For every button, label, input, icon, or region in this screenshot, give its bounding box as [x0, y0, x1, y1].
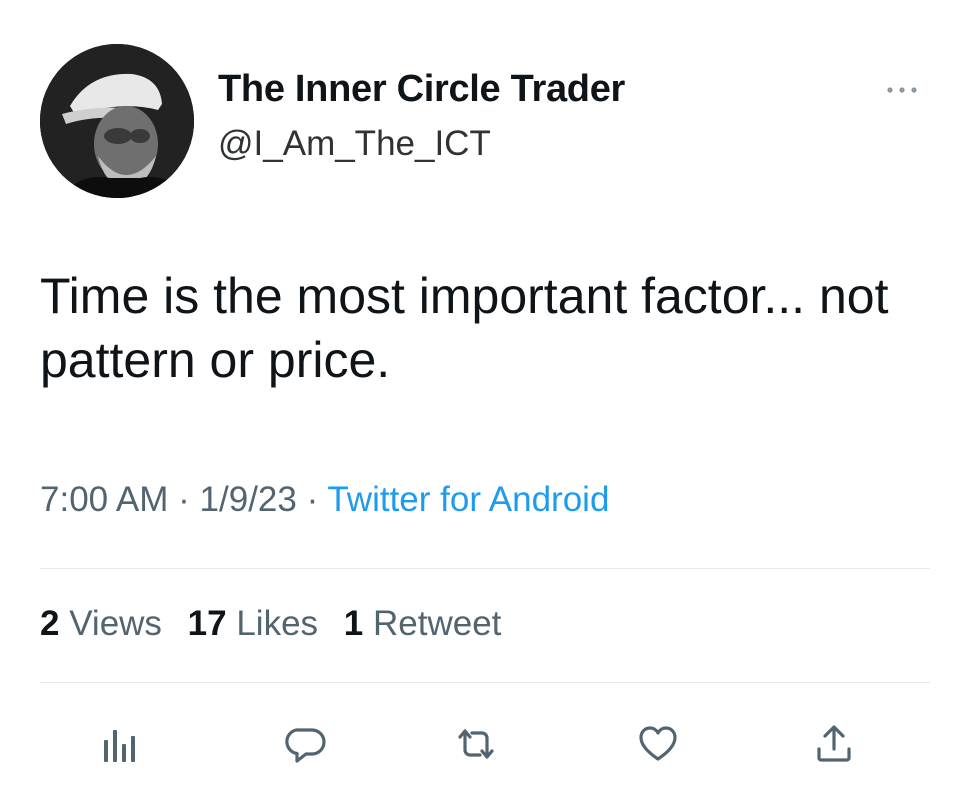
like-icon — [639, 726, 677, 761]
retweets-label: Retweet — [373, 604, 502, 643]
share-button[interactable] — [812, 722, 856, 766]
analytics-icon — [104, 730, 135, 762]
views-stat[interactable]: 2 Views — [40, 604, 162, 643]
analytics-button[interactable] — [96, 722, 140, 766]
handle[interactable]: @I_Am_The_ICT — [218, 124, 491, 164]
retweets-stat[interactable]: 1 Retweet — [344, 604, 502, 643]
more-options-icon[interactable] — [880, 78, 924, 102]
views-count: 2 — [40, 604, 60, 643]
tweet-stats: 2 Views 17 Likes 1 Retweet — [40, 604, 517, 644]
like-button[interactable] — [636, 722, 680, 766]
divider — [40, 568, 930, 569]
avatar-image — [40, 44, 194, 198]
reply-icon — [285, 728, 326, 763]
likes-count: 17 — [187, 604, 227, 643]
meta-separator: · — [178, 480, 190, 519]
share-icon — [817, 725, 851, 762]
tweet-source-link[interactable]: Twitter for Android — [327, 480, 609, 519]
retweet-icon — [458, 729, 494, 759]
tweet-time[interactable]: 7:00 AM — [40, 480, 168, 519]
tweet-meta: 7:00 AM · 1/9/23 · Twitter for Android — [40, 480, 609, 520]
reply-button[interactable] — [284, 722, 328, 766]
likes-stat[interactable]: 17 Likes — [188, 604, 318, 643]
retweet-button[interactable] — [454, 722, 498, 766]
meta-separator: · — [306, 480, 319, 519]
retweets-count: 1 — [343, 604, 364, 643]
tweet-date[interactable]: 1/9/23 — [200, 480, 297, 519]
tweet-text: Time is the most important factor... not… — [40, 268, 889, 388]
views-label: Views — [69, 604, 162, 643]
likes-label: Likes — [236, 604, 319, 643]
avatar[interactable] — [40, 44, 194, 198]
divider — [40, 682, 930, 683]
display-name[interactable]: The Inner Circle Trader — [218, 68, 625, 111]
